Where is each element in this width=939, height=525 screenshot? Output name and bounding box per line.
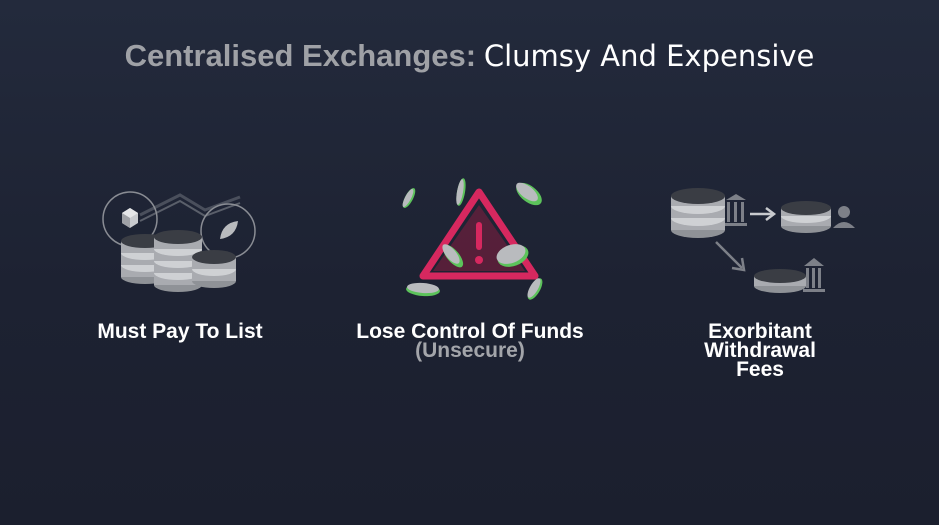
feature-caption-control: Lose Control Of Funds (Unsecure): [330, 321, 610, 362]
title-light-part: Clumsy And Expensive: [483, 39, 815, 73]
feature-sublabel: (Unsecure): [415, 339, 525, 362]
coin: [402, 188, 416, 208]
feature-label: Must Pay To List: [97, 320, 263, 343]
slide-title: Centralised Exchanges: Clumsy And Expens…: [0, 36, 939, 76]
warning-triangle-icon: [402, 178, 543, 300]
feature-caption-fees: Exorbitant Withdrawal Fees: [660, 321, 860, 381]
feature-label-line-3: Fees: [736, 358, 784, 381]
coin-stacks-icon: [102, 191, 256, 292]
title-bold-part: Centralised Exchanges:: [124, 38, 477, 73]
feature-caption-listing: Must Pay To List: [60, 320, 300, 343]
slide: Centralised Exchanges: Clumsy And Expens…: [0, 0, 939, 525]
withdrawal-fees-icon: [671, 188, 855, 293]
